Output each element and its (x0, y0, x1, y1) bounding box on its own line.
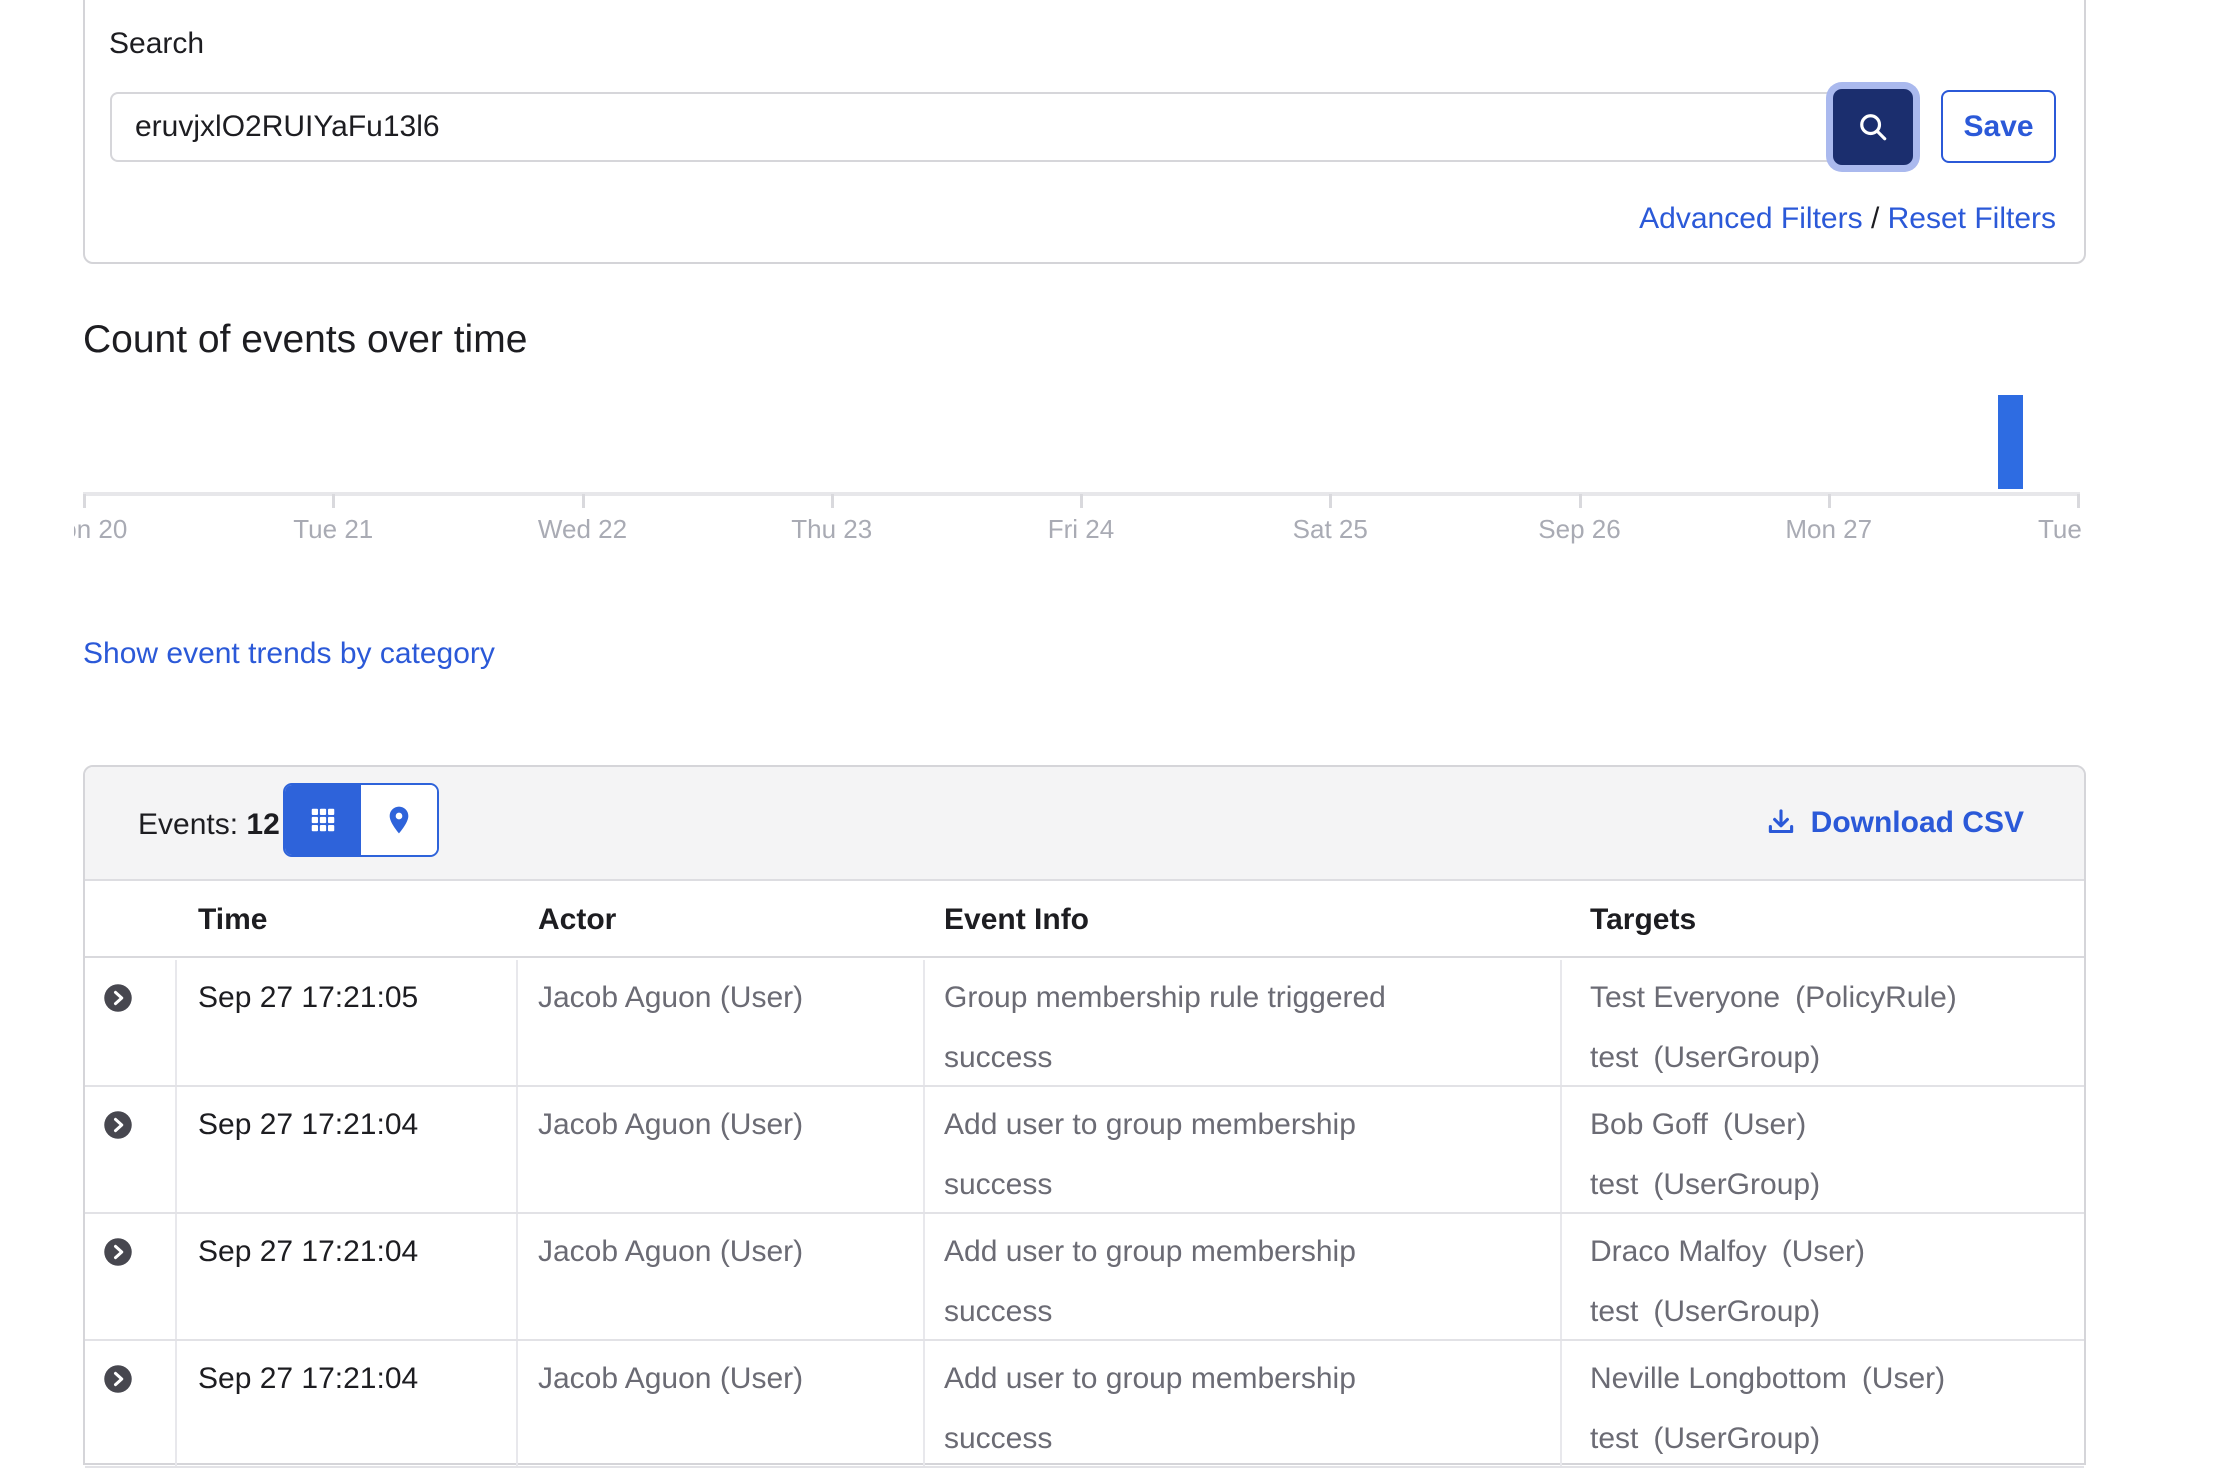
chart-tick-mark (1828, 494, 1831, 508)
show-event-trends-link[interactable]: Show event trends by category (83, 637, 495, 671)
column-header-actor: Actor (538, 903, 616, 937)
chart-tick-label: Sep 26 (1538, 514, 1620, 545)
table-header-row: Time Actor Event Info Targets (85, 881, 2084, 958)
table-row: Sep 27 17:21:04 Jacob Aguon (User) Add u… (85, 1087, 2084, 1214)
expand-row-button[interactable] (103, 1237, 133, 1267)
cell-actor: Jacob Aguon (User) (538, 1108, 803, 1142)
download-csv-link[interactable]: Download CSV (1764, 806, 2024, 840)
chart-tick-marks (83, 494, 2080, 510)
save-button[interactable]: Save (1941, 90, 2056, 163)
reset-filters-link[interactable]: Reset Filters (1888, 202, 2056, 235)
expand-row-button[interactable] (103, 1364, 133, 1394)
chart-tick-mark (83, 494, 86, 508)
cell-target-line1: Test Everyone (PolicyRule) (1590, 981, 1957, 1015)
cell-time: Sep 27 17:21:05 (198, 981, 418, 1015)
expand-row-button[interactable] (103, 983, 133, 1013)
cell-target-line2: test (UserGroup) (1590, 1422, 1820, 1456)
cell-event-outcome: success (944, 1422, 1052, 1456)
cell-event-outcome: success (944, 1168, 1052, 1202)
column-header-time: Time (198, 903, 267, 937)
filter-links: Advanced Filters / Reset Filters (1639, 202, 2056, 236)
chart-bar[interactable] (1998, 395, 2023, 489)
table-row: Sep 27 17:21:04 Jacob Aguon (User) Add u… (85, 1214, 2084, 1341)
chart-tick-mark (831, 494, 834, 508)
chart-tick-labels: Mon 20 Tue 21 Wed 22 Thu 23 Fri 24 Sat 25 Sep … (74, 514, 2086, 552)
table-row: Sep 27 17:21:04 Jacob Aguon (User) Add u… (85, 1341, 2084, 1468)
advanced-filters-link[interactable]: Advanced Filters (1639, 202, 1862, 235)
cell-time: Sep 27 17:21:04 (198, 1108, 418, 1142)
table-row: Sep 27 17:21:05 Jacob Aguon (User) Group… (85, 960, 2084, 1087)
search-input[interactable] (110, 92, 1846, 162)
events-count-value: 12 (246, 808, 279, 841)
cell-actor: Jacob Aguon (User) (538, 1362, 803, 1396)
filters-separator: / (1871, 202, 1888, 235)
events-count: Events: 12 (138, 808, 280, 842)
cell-target-line1: Bob Goff (User) (1590, 1108, 1806, 1142)
search-panel: Search Save Advanced Filters / Reset Fil… (83, 0, 2086, 264)
chart-title: Count of events over time (83, 318, 527, 362)
map-view-button[interactable] (361, 785, 437, 855)
cell-time: Sep 27 17:21:04 (198, 1235, 418, 1269)
chart-tick-label: Wed 22 (538, 514, 627, 545)
cell-event-info-line1: Add user to group membership (944, 1108, 1356, 1142)
search-label: Search (109, 27, 204, 61)
cell-target-line2: test (UserGroup) (1590, 1041, 1820, 1075)
search-icon (1854, 108, 1892, 146)
chart-tick-label: Mon 27 (1785, 514, 1872, 545)
search-button[interactable] (1833, 89, 1913, 165)
cell-actor: Jacob Aguon (User) (538, 981, 803, 1015)
chart-tick-mark (1579, 494, 1582, 508)
cell-target-line2: test (UserGroup) (1590, 1168, 1820, 1202)
events-table-panel: Events: 12 (83, 765, 2086, 1465)
grid-view-button[interactable] (285, 785, 361, 855)
cell-target-line1: Neville Longbottom (User) (1590, 1362, 1945, 1396)
expand-row-button[interactable] (103, 1110, 133, 1140)
cell-target-line1: Draco Malfoy (User) (1590, 1235, 1865, 1269)
chart-tick-mark (582, 494, 585, 508)
chart-tick-mark (2077, 494, 2080, 508)
cell-event-outcome: success (944, 1295, 1052, 1329)
location-pin-icon (383, 804, 415, 836)
column-header-event-info: Event Info (944, 903, 1089, 937)
chart-tick-mark (332, 494, 335, 508)
cell-time: Sep 27 17:21:04 (198, 1362, 418, 1396)
view-toggle (283, 783, 439, 857)
cell-event-info-line1: Group membership rule triggered (944, 981, 1386, 1015)
chart-tick-label: Tue 28 (2038, 514, 2086, 545)
chart-tick-label: Thu 23 (791, 514, 872, 545)
table-toolbar: Events: 12 (85, 767, 2084, 881)
column-header-targets: Targets (1590, 903, 1696, 937)
chart-tick-mark (1329, 494, 1332, 508)
cell-actor: Jacob Aguon (User) (538, 1235, 803, 1269)
chart-tick-label: Sat 25 (1293, 514, 1368, 545)
table-body: Sep 27 17:21:05 Jacob Aguon (User) Group… (85, 960, 2084, 1467)
cell-event-info-line1: Add user to group membership (944, 1235, 1356, 1269)
chart-tick-label: Fri 24 (1048, 514, 1114, 545)
grid-icon (308, 805, 338, 835)
chart-tick-mark (1080, 494, 1083, 508)
chart-tick-label: Tue 21 (293, 514, 373, 545)
cell-target-line2: test (UserGroup) (1590, 1295, 1820, 1329)
cell-event-outcome: success (944, 1041, 1052, 1075)
cell-event-info-line1: Add user to group membership (944, 1362, 1356, 1396)
chart-tick-label: Mon 20 (74, 514, 127, 545)
download-icon (1764, 806, 1798, 840)
